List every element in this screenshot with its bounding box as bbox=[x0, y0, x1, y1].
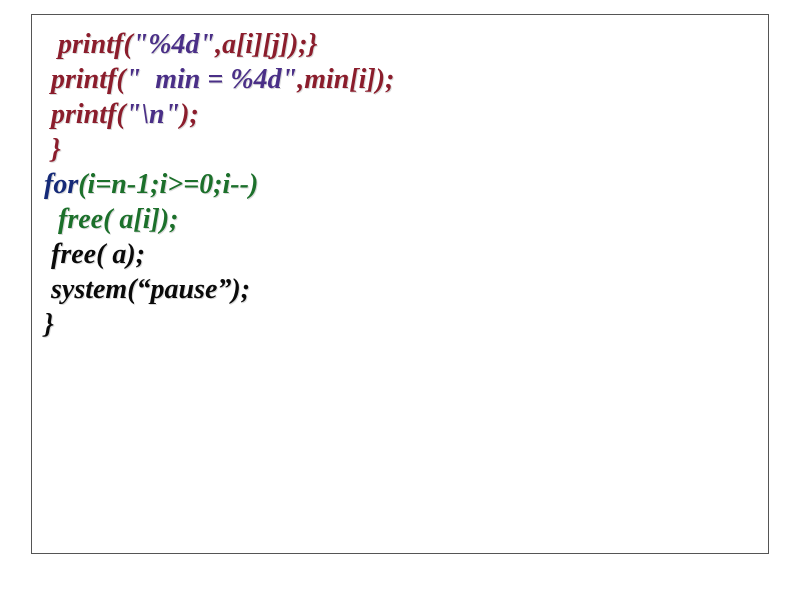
kw-printf: printf( bbox=[44, 64, 126, 95]
code-text: ); bbox=[180, 99, 199, 130]
string-literal: "%4d" bbox=[133, 29, 215, 60]
code-line-4: } bbox=[44, 132, 756, 167]
kw-for: for bbox=[44, 169, 78, 200]
code-slide-frame: printf("%4d",a[i][j]);} printf(" min = %… bbox=[31, 14, 769, 554]
string-literal: "\n" bbox=[126, 99, 180, 130]
code-line-5: for(i=n-1;i>=0;i--) bbox=[44, 167, 756, 202]
code-line-8: system(“pause”); bbox=[44, 272, 756, 307]
kw-printf: printf( bbox=[44, 29, 133, 60]
code-line-7: free( a); bbox=[44, 237, 756, 272]
string-literal: " min = %4d" bbox=[126, 64, 298, 95]
for-condition: (i=n-1;i>=0;i--) bbox=[78, 169, 258, 200]
code-line-1: printf("%4d",a[i][j]);} bbox=[44, 27, 756, 62]
code-line-9: } bbox=[44, 307, 756, 342]
code-text: ,min[i]); bbox=[297, 64, 394, 95]
kw-printf: printf( bbox=[44, 99, 126, 130]
code-line-3: printf("\n"); bbox=[44, 97, 756, 132]
code-line-6: free( a[i]); bbox=[44, 202, 756, 237]
code-line-2: printf(" min = %4d",min[i]); bbox=[44, 62, 756, 97]
code-text: ,a[i][j]);} bbox=[215, 29, 317, 60]
